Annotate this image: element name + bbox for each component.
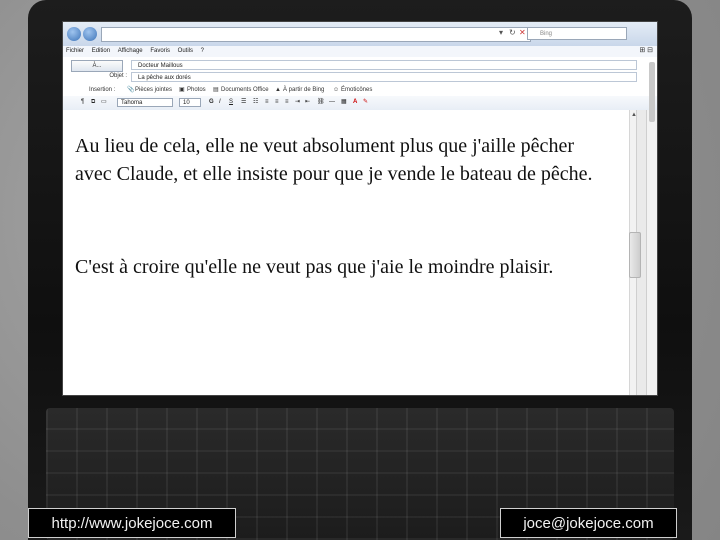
format-toolbar: ¶ ⧉ ▭ Tahoma 10 G I S ☰ ☷ ≡ ≡ ≡ ⇥ ⇤ ⛓ — … [63,96,657,111]
to-row: À... Docteur Maillous [63,59,657,72]
insert-emoticons[interactable]: Émoticônes [341,84,372,96]
body-paragraph-2: C'est à croire qu'elle ne veut pas que j… [75,256,554,278]
bing-icon: ▲ [275,87,281,93]
body-paragraph-1: Au lieu de cela, elle ne veut absolument… [75,135,593,185]
align-left-icon[interactable]: ≡ [265,98,269,107]
document-icon: ▤ [213,87,219,93]
photo-icon: ▣ [179,87,185,93]
bullet-list-icon[interactable]: ☰ [241,98,246,107]
menu-fichier[interactable]: Fichier [66,48,84,54]
menu-bar: Fichier Edition Affichage Favoris Outils… [63,46,657,57]
search-input[interactable]: Bing [527,27,627,40]
link-icon[interactable]: ⛓ [317,98,325,107]
back-arrow-icon[interactable] [67,27,81,41]
to-field[interactable]: Docteur Maillous [131,60,637,70]
font-color-icon[interactable]: A [353,98,357,107]
menu-outils[interactable]: Outils [178,48,193,54]
search-engine-label: Bing [540,31,553,37]
underline-button[interactable]: S [229,98,233,107]
dropdown-icon[interactable]: ▾ [499,28,503,37]
forward-arrow-icon[interactable] [83,27,97,41]
website-label: http://www.jokejoce.com [28,508,236,538]
scroll-up-icon[interactable]: ▲ [631,112,637,118]
font-size-value: 10 [183,100,190,106]
scrollbar-thumb[interactable] [629,232,641,278]
font-size-select[interactable]: 10 [179,98,201,107]
italic-button[interactable]: I [219,98,221,107]
emoticon-icon: ☺ [333,87,340,93]
indent-icon[interactable]: ⇥ [295,98,300,107]
numbered-list-icon[interactable]: ☷ [253,98,258,107]
insert-photos[interactable]: Photos [187,84,206,96]
insert-toolbar: Insertion : 📎 Pièces jointes ▣ Photos ▤ … [63,84,657,96]
laptop-screen: ▾ ↻ ✕ Bing Fichier Edition Affichage Fav… [62,21,658,396]
menu-affichage[interactable]: Affichage [118,48,143,54]
highlight-icon[interactable]: ✎ [363,98,368,107]
address-input[interactable] [101,27,531,42]
subject-label: Objet : [109,73,127,79]
subject-field[interactable]: La pêche aux dorés [131,72,637,82]
insert-office-docs[interactable]: Documents Office [221,84,269,96]
window-scrollbar-thumb[interactable] [649,62,655,122]
font-name-select[interactable]: Tahoma [117,98,173,107]
window-controls[interactable]: ⊞ ⊟ [639,46,653,54]
browser-address-bar: ▾ ↻ ✕ Bing [63,22,657,47]
menu-edition[interactable]: Edition [92,48,110,54]
email-label: joce@jokejoce.com [500,508,677,538]
align-right-icon[interactable]: ≡ [285,98,289,107]
menu-favoris[interactable]: Favoris [150,48,170,54]
message-body[interactable]: Au lieu de cela, elle ne veut absolument… [63,110,629,395]
format-icon[interactable]: ¶ [81,98,84,107]
copy-icon[interactable]: ⧉ [91,98,95,107]
subject-row: Objet : La pêche aux dorés [63,71,657,83]
paperclip-icon: 📎 [127,87,135,93]
outdent-icon[interactable]: ⇤ [305,98,310,107]
line-icon[interactable]: — [329,98,335,107]
insert-attachments[interactable]: Pièces jointes [135,84,172,96]
bold-button[interactable]: G [209,98,214,107]
insert-label: Insertion : [89,87,116,93]
paste-icon[interactable]: ▭ [101,98,107,107]
stop-icon[interactable]: ✕ [519,28,526,37]
align-center-icon[interactable]: ≡ [275,98,279,107]
image-icon[interactable]: ▦ [341,98,347,107]
insert-from-bing[interactable]: À partir de Bing [283,84,324,96]
refresh-icon[interactable]: ↻ [509,28,516,37]
menu-help[interactable]: ? [201,48,204,54]
font-name-value: Tahoma [121,100,143,106]
